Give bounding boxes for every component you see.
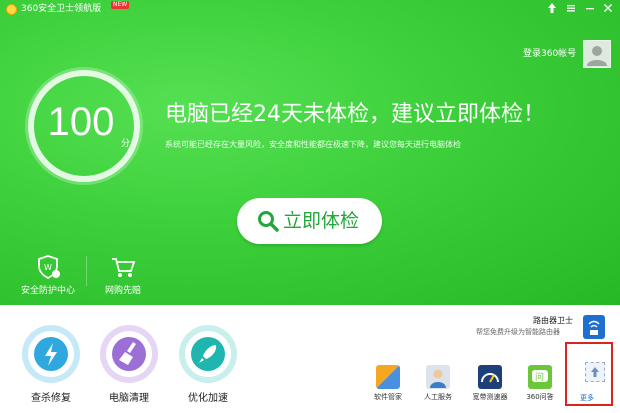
broom-icon — [112, 337, 146, 371]
tool-qa[interactable]: 问 360问答 — [518, 365, 562, 402]
close-icon[interactable] — [601, 2, 615, 16]
svg-text:W: W — [44, 263, 52, 272]
main-panel: 360安全卫士领航版 NEW 登录360帐号 100 分 电脑已经24天未体检，… — [0, 0, 620, 305]
score-unit: 分 — [121, 139, 131, 149]
apps-icon — [376, 365, 400, 389]
app-logo-icon — [6, 4, 17, 15]
router-icon[interactable] — [583, 315, 605, 339]
router-title[interactable]: 路由器卫士 — [533, 315, 573, 326]
new-badge: NEW — [111, 1, 130, 9]
tool-speed-test-label: 宽带测速器 — [472, 393, 508, 401]
feature-security-label: 安全防护中心 — [20, 286, 75, 296]
speed-test-icon — [478, 365, 502, 389]
qa-icon: 问 — [528, 365, 552, 389]
tool-software-manager[interactable]: 软件管家 — [366, 365, 410, 402]
score-value: 100 — [47, 100, 115, 144]
avatar[interactable] — [583, 40, 611, 68]
shield-icon: W — [38, 255, 60, 280]
feature-shopping-guarantee[interactable]: 网购先赔 — [100, 254, 146, 296]
tool-manual-service[interactable]: 人工服务 — [416, 365, 460, 402]
feature-divider — [86, 256, 87, 286]
rocket-icon — [191, 337, 225, 371]
support-agent-icon — [426, 365, 450, 389]
lightning-icon — [34, 337, 68, 371]
search-icon — [258, 211, 279, 232]
action-scan-repair[interactable] — [22, 325, 80, 383]
router-subtitle: 帮您免费升级为智能路由器 — [476, 328, 560, 336]
feature-security-center[interactable]: W 安全防护中心 — [18, 254, 78, 296]
app-title: 360安全卫士领航版 — [21, 4, 102, 14]
feature-shopping-label: 网购先赔 — [104, 286, 141, 296]
action-clean-label: 电脑清理 — [109, 393, 149, 404]
action-speedup[interactable] — [179, 325, 237, 383]
cart-icon — [112, 258, 136, 277]
check-now-label: 立即体检 — [283, 210, 360, 232]
minimize-icon[interactable] — [583, 2, 597, 16]
action-speedup-label: 优化加速 — [188, 393, 228, 404]
menu-icon[interactable] — [564, 2, 578, 16]
tool-speed-test[interactable]: 宽带测速器 — [468, 365, 512, 402]
tool-qa-label: 360问答 — [526, 393, 554, 401]
check-now-button[interactable]: 立即体检 — [237, 198, 382, 244]
svg-text:问: 问 — [535, 371, 544, 383]
up-arrow-icon[interactable] — [545, 2, 559, 16]
title-bar: 360安全卫士领航版 NEW — [0, 0, 620, 18]
action-clean[interactable] — [100, 325, 158, 383]
tool-manual-service-label: 人工服务 — [424, 393, 452, 401]
more-label[interactable]: 更多 — [580, 393, 594, 403]
action-scan-repair-label: 查杀修复 — [31, 393, 71, 404]
login-link[interactable]: 登录360帐号 — [523, 46, 576, 59]
add-tool-icon — [585, 362, 605, 382]
headline: 电脑已经24天未体检，建议立即体检！ — [165, 102, 545, 127]
subline: 系统可能已经存在大量风险，安全度和性能都在极速下降，建议您每天进行电脑体检 — [165, 140, 461, 149]
tool-software-manager-label: 软件管家 — [374, 393, 402, 401]
